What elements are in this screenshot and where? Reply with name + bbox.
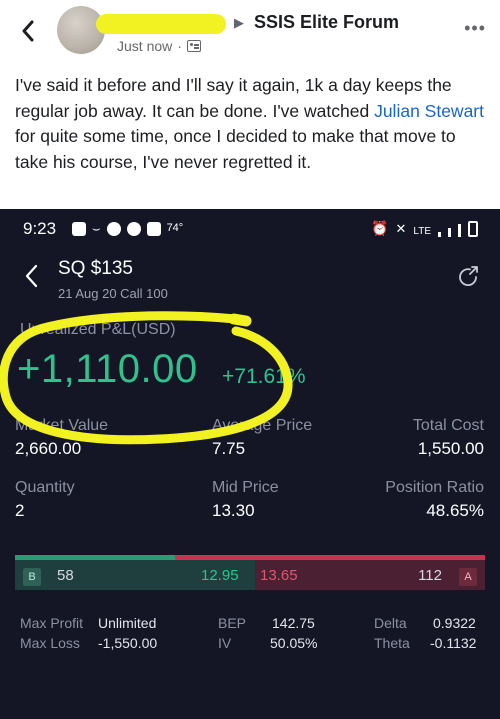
chevron-left-icon: [22, 20, 34, 42]
bid-badge: B: [23, 568, 41, 586]
total-cost-label: Total Cost: [412, 417, 484, 434]
messenger-icon-2: [126, 222, 141, 236]
iv-label: IV: [218, 635, 232, 651]
facebook-icon: [72, 222, 86, 236]
back-button[interactable]: [16, 16, 40, 46]
mid-price: 13.30: [212, 501, 255, 520]
alarm-icon: ⏰: [371, 220, 389, 236]
nav-back-icon[interactable]: [22, 263, 42, 289]
pl-percent: +71.61%: [222, 365, 306, 388]
mute-icon: ✕: [395, 221, 407, 236]
messenger-icon: [106, 222, 121, 236]
ask-badge: A: [459, 568, 477, 586]
redacted-author-name: [96, 14, 226, 34]
arrow-right-icon: ▶: [234, 15, 244, 30]
quantity-label: Quantity: [15, 479, 75, 496]
quantity: 2: [15, 501, 25, 520]
mid-price-label: Mid Price: [212, 479, 279, 496]
max-loss: -1,550.00: [98, 635, 158, 651]
bid-price: 12.95: [201, 567, 239, 584]
battery-icon: [468, 221, 478, 237]
max-profit-label: Max Profit: [20, 615, 84, 631]
ticker-title: SQ $135: [58, 258, 133, 279]
weather-temp: 74°: [166, 222, 184, 234]
bep: 142.75: [272, 615, 315, 631]
status-time: 9:23: [23, 219, 57, 238]
post-header: ▶ SSIS Elite Forum Just now · •••: [0, 0, 500, 64]
max-loss-label: Max Loss: [20, 635, 80, 651]
status-bar: 9:23 ⌣ 74° ⏰ ✕ LTE: [0, 209, 500, 247]
signal-bar-1: [438, 232, 441, 237]
ask-price: 13.65: [260, 567, 298, 584]
position-ratio-label: Position Ratio: [385, 479, 484, 496]
bep-label: BEP: [218, 615, 247, 631]
members-only-icon: [186, 40, 201, 52]
bid-ask-bar: B 58 12.95 13.65 112 A: [15, 555, 485, 599]
iv: 50.05%: [270, 635, 318, 651]
more-options-button[interactable]: •••: [464, 18, 486, 39]
post-meta: Just now ·: [117, 38, 201, 54]
ask-size: 112: [418, 567, 442, 584]
bid-size: 58: [57, 567, 74, 584]
average-price-label: Average Price: [212, 417, 313, 434]
system-icons: ⏰ ✕ LTE: [371, 220, 478, 237]
group-name-link[interactable]: SSIS Elite Forum: [254, 12, 399, 33]
stat-position-ratio: Position Ratio 48.65%: [385, 479, 484, 521]
stat-average-price: Average Price 7.75: [212, 417, 312, 459]
pl-label: Unrealized P&L(USD): [20, 321, 176, 338]
position-ratio: 48.65%: [426, 501, 484, 520]
voicemail-icon: ⌣: [92, 221, 101, 236]
signal-bar-3: [458, 224, 461, 237]
pl-value: +1,110.00: [17, 347, 198, 391]
average-price: 7.75: [212, 439, 246, 458]
post-text-part-2: for quite some time, once I decided to m…: [15, 126, 456, 172]
stat-market-value: Market Value 2,660.00: [15, 417, 108, 459]
mention-link[interactable]: Julian Stewart: [374, 101, 484, 121]
mail-icon: [146, 222, 161, 236]
delta-label: Delta: [374, 615, 407, 631]
signal-bar-2: [448, 228, 451, 237]
share-icon[interactable]: [456, 265, 480, 289]
stat-mid-price: Mid Price 13.30: [212, 479, 279, 521]
stat-total-cost: Total Cost 1,550.00: [413, 417, 484, 459]
post-text: I've said it before and I'll say it agai…: [15, 73, 490, 175]
separator-dot: ·: [177, 38, 182, 54]
notification-icons: ⌣ 74°: [72, 221, 183, 237]
delta: 0.9322: [433, 615, 476, 631]
theta: -0.1132: [430, 635, 477, 651]
stat-quantity: Quantity 2: [15, 479, 75, 521]
total-cost: 1,550.00: [417, 439, 484, 458]
max-profit: Unlimited: [98, 615, 157, 631]
contract-subtitle: 21 Aug 20 Call 100: [58, 286, 168, 301]
market-value-label: Market Value: [15, 417, 109, 434]
market-value: 2,660.00: [15, 439, 82, 458]
trading-app-screenshot: 9:23 ⌣ 74° ⏰ ✕ LTE SQ $135 21 Aug 20 Cal…: [0, 209, 500, 719]
network-type: LTE: [413, 226, 431, 237]
theta-label: Theta: [374, 635, 410, 651]
post-timestamp[interactable]: Just now: [117, 38, 172, 54]
